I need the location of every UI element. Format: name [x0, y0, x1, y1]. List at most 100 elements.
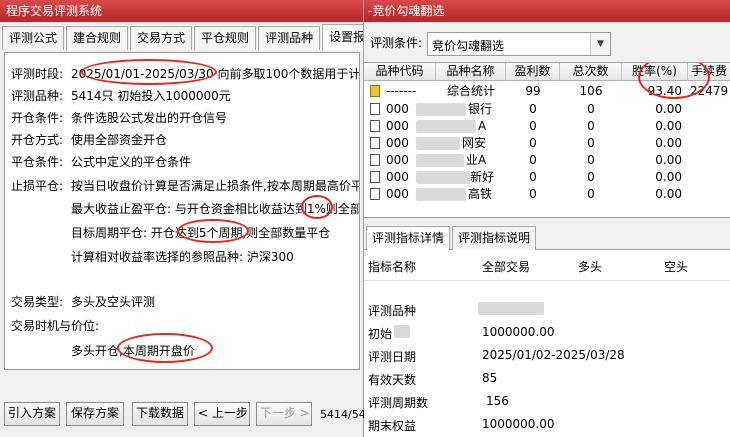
results-window: -竞价勾魂翻选 评测条件: 竞价勾魂翻选 ▼ 品种代码 品种名称 盈利数 总次数…: [364, 0, 730, 437]
chevron-down-icon[interactable]: ▼: [590, 33, 610, 55]
prev-step-button[interactable]: < 上一步: [194, 402, 250, 426]
divider: [364, 280, 730, 281]
metric-value: 85: [482, 371, 498, 385]
row-win-rate: 0.00: [655, 153, 682, 167]
table-row[interactable]: 000 网安 0 0 0.00: [364, 135, 730, 152]
tab-test-symbols[interactable]: 评测品种: [258, 26, 321, 50]
backtest-system-window: 程序交易评测系统 评测公式 建合规则 交易方式 平仓规则 评测品种 设置报告 评…: [0, 0, 366, 437]
table-row[interactable]: 000 A 0 0 0.00: [364, 118, 730, 135]
tab-report-settings[interactable]: 设置报告: [322, 24, 363, 50]
row-code: 000: [386, 102, 409, 116]
col-fee[interactable]: 手续费: [688, 63, 730, 81]
tab-metric-details[interactable]: 评测指标详情: [366, 226, 451, 250]
metric-header-short: 空头: [664, 260, 689, 274]
row-wins: 0: [529, 153, 537, 167]
metric-label: 有效天数: [368, 373, 417, 387]
row-wins: 0: [529, 102, 537, 116]
row-total: 0: [587, 187, 595, 201]
tab-trade-method[interactable]: 交易方式: [130, 26, 193, 50]
symbols-label: 评测品种:: [11, 89, 64, 103]
row-win-rate: 0.00: [655, 102, 682, 116]
detail-tab-bar: 评测指标详情 评测指标说明: [364, 222, 730, 250]
stop-loss-label: 止损平仓:: [11, 179, 64, 193]
summary-wins: 99: [525, 84, 541, 98]
symbols-value: 5414只 初始投入1000000元: [71, 89, 231, 103]
metric-label: 评测周期数: [368, 396, 429, 410]
col-win-rate[interactable]: 胜率(%): [622, 63, 688, 81]
import-scheme-button[interactable]: 引入方案: [4, 402, 60, 426]
document-icon: [370, 103, 380, 115]
row-name: A: [478, 119, 487, 133]
timing-price-value: 多头开仓,本周期开盘价: [71, 344, 195, 358]
redacted-block: [416, 137, 460, 150]
row-win-rate: 0.00: [655, 187, 682, 201]
row-code: 000: [386, 170, 409, 184]
next-step-button[interactable]: 下一步 >: [256, 402, 312, 426]
redacted-block: [478, 302, 544, 315]
metric-label: 评测品种: [368, 304, 417, 318]
summary-row[interactable]: ------- 综合统计 99 106 93.40 22479: [364, 83, 730, 100]
row-name: 高铁: [468, 187, 493, 201]
open-condition-value: 条件选股公式发出的开仓信号: [71, 111, 228, 125]
metric-label: 评测日期: [368, 350, 417, 364]
stop-loss-value: 按当日收盘价计算是否满足止损条件,按本周期最高价平仓: [71, 179, 360, 193]
open-condition-label: 开仓条件:: [11, 111, 64, 125]
redacted-block: [416, 154, 464, 167]
download-data-button[interactable]: 下载数据: [132, 402, 188, 426]
metric-header-long: 多头: [578, 260, 603, 274]
table-row[interactable]: 000 新好 0 0 0.00: [364, 169, 730, 186]
row-wins: 0: [529, 187, 537, 201]
redacted-block: [394, 325, 410, 338]
row-code: 000: [386, 136, 409, 150]
summary-fee: 22479: [690, 84, 729, 98]
metric-details-panel: 指标名称 全部交易 多头 空头 评测品种 初始 1000000.00 评测日期 …: [364, 250, 730, 437]
table-row[interactable]: 000 高铁 0 0 0.00: [364, 186, 730, 203]
col-name[interactable]: 品种名称: [436, 63, 506, 81]
right-window-title: -竞价勾魂翻选: [364, 0, 730, 22]
row-name: 新好: [470, 170, 495, 184]
folder-icon: [370, 85, 380, 97]
document-icon: [370, 171, 380, 183]
target-period-line: 目标周期平仓: 开仓达到5个周期,则全部数量平仓: [71, 226, 331, 240]
col-wins[interactable]: 盈利数: [506, 63, 560, 81]
document-icon: [370, 137, 380, 149]
summary-name: 综合统计: [446, 84, 495, 98]
table-row[interactable]: 000 银行 0 0 0.00: [364, 101, 730, 118]
table-row[interactable]: 000 业A 0 0 0.00: [364, 152, 730, 169]
redacted-block: [416, 171, 470, 184]
row-name: 银行: [468, 102, 493, 116]
redacted-block: [416, 103, 466, 116]
col-code[interactable]: 品种代码: [364, 63, 436, 81]
row-win-rate: 0.00: [655, 136, 682, 150]
tab-formula[interactable]: 评测公式: [2, 26, 65, 50]
tab-close-rules[interactable]: 平仓规则: [194, 26, 257, 50]
row-win-rate: 0.00: [655, 170, 682, 184]
period-label: 评测时段:: [11, 67, 64, 81]
document-icon: [370, 154, 380, 166]
redacted-block: [416, 188, 466, 201]
row-total: 0: [587, 102, 595, 116]
reference-symbol-line: 计算相对收益率选择的参照品种: 沪深300: [71, 250, 294, 264]
row-total: 0: [587, 136, 595, 150]
row-wins: 0: [529, 136, 537, 150]
metric-value: 156: [486, 394, 509, 408]
open-method-label: 开仓方式:: [11, 133, 64, 147]
trade-type-value: 多头及空头评测: [71, 295, 156, 309]
redacted-block: [416, 120, 476, 133]
row-code: 000: [386, 119, 409, 133]
tab-position-rules[interactable]: 建合规则: [66, 26, 129, 50]
open-method-value: 使用全部资金开仓: [71, 133, 168, 147]
trade-type-label: 交易类型:: [11, 295, 64, 309]
tab-metric-explanation[interactable]: 评测指标说明: [452, 226, 537, 250]
document-icon: [370, 188, 380, 200]
col-total[interactable]: 总次数: [560, 63, 622, 81]
save-scheme-button[interactable]: 保存方案: [66, 402, 124, 426]
document-icon: [370, 120, 380, 132]
left-button-bar: 引入方案 保存方案 下载数据 < 上一步 下一步 > 5414/54: [0, 400, 366, 430]
take-profit-line: 最大收益止盈平仓: 与开仓资金相比收益达到1%则全部: [71, 202, 360, 216]
metric-value: 2025/01/02-2025/03/28: [482, 348, 625, 362]
metric-value: 1000000.00: [482, 417, 555, 431]
row-code: 000: [386, 187, 409, 201]
condition-select[interactable]: 竞价勾魂翻选 ▼: [427, 32, 611, 56]
summary-code: -------: [386, 84, 417, 98]
